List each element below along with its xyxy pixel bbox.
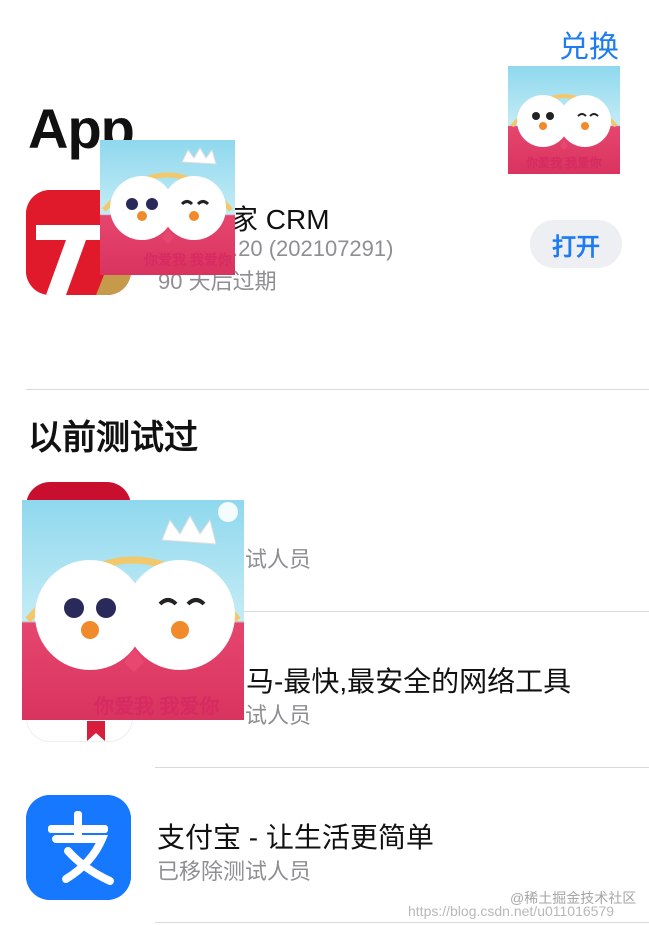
sticker-caption-large: 你爱我 我爱你 [94, 696, 220, 718]
section-divider [26, 389, 649, 390]
redeem-button[interactable]: 兑换 [559, 22, 619, 66]
watermark-url: https://blog.csdn.net/u011016579 [408, 903, 615, 919]
alipay-app-name: 支付宝 - 让生活更简单 [157, 822, 434, 853]
prev-app-2-status: 试人员 [245, 703, 312, 728]
sticker-image-medium: 你爱我 我爱你 [100, 140, 235, 275]
prev-app-2-name: 马-最快,最安全的网络工具 [246, 666, 572, 697]
alipay-app-icon[interactable] [26, 795, 131, 900]
crm-app-name: 家 CRM [230, 204, 330, 235]
snowman-sticker-icon [25, 502, 241, 672]
alipay-app-status: 已移除测试人员 [157, 859, 312, 884]
sticker-image-large: 你爱我 我爱你 [22, 500, 244, 720]
sticker-caption-medium: 你爱我 我爱你 [144, 252, 232, 268]
crm-app-version: .20 (202107291) [232, 236, 394, 261]
row-divider [155, 767, 649, 768]
prev-app-1-status: 试人员 [245, 547, 312, 572]
section-title-previous: 以前测试过 [28, 419, 198, 457]
alipay-logo-icon [26, 795, 131, 900]
sticker-caption-small: 你爱我 我爱你 [526, 156, 602, 170]
open-button[interactable]: 打开 [530, 220, 622, 268]
row-divider [155, 922, 649, 923]
sticker-image-small: 你爱我 我爱你 [508, 66, 620, 174]
